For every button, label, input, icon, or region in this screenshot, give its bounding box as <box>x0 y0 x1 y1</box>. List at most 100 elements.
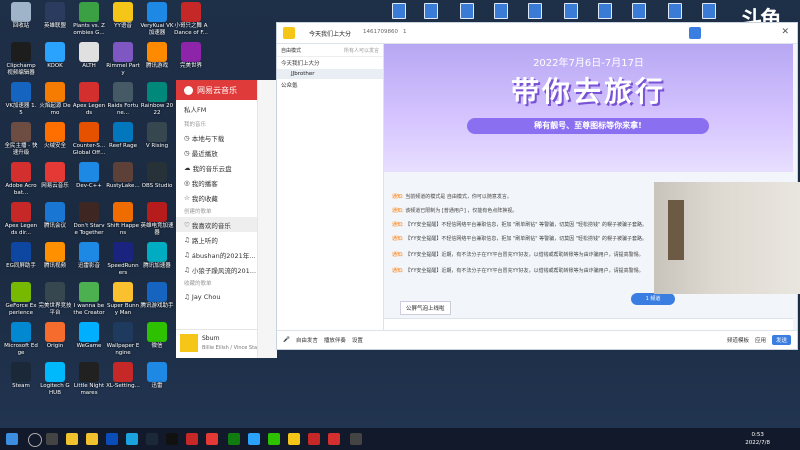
voice-mode[interactable]: 自由发言 <box>296 336 318 344</box>
folder-icon[interactable] <box>86 433 98 445</box>
desktop-icon[interactable]: EG同屏助手 <box>4 242 38 270</box>
desktop-icon[interactable]: 腾讯视频 <box>38 242 72 270</box>
desktop-icon[interactable]: Clipchamp 视频编辑器 <box>4 42 38 76</box>
promo-banner[interactable]: 2022年7月6日-7月17日 带你去旅行 稀有靓号、至尊图标等你来拿! <box>384 44 793 172</box>
desktop-icon[interactable]: Rainbow 2022 <box>140 82 174 116</box>
start-icon[interactable] <box>6 433 18 445</box>
search-icon[interactable] <box>28 433 42 447</box>
desktop-icon[interactable]: Wallpaper Engine <box>106 322 140 356</box>
desktop-icon[interactable]: V Rising <box>140 122 174 150</box>
desktop-icon[interactable]: SpeedRunners <box>106 242 140 276</box>
system-clock[interactable]: 0:53 2022/7/8 <box>745 431 770 447</box>
desktop-icon[interactable]: 全民主播 - 快速升级 <box>4 122 38 156</box>
desktop-icon[interactable]: Plants vs. Zombies G... <box>72 2 106 36</box>
desktop-icon[interactable]: OBS Studio <box>140 162 174 190</box>
record-button[interactable]: 播放伴奏 <box>324 336 346 344</box>
explorer-icon[interactable] <box>66 433 78 445</box>
file-icon[interactable] <box>392 3 406 19</box>
album-art[interactable] <box>180 334 198 352</box>
file-icon[interactable] <box>564 3 578 19</box>
channel-tree-root[interactable]: 今天我们上大分 <box>277 57 383 69</box>
obs-icon[interactable] <box>350 433 362 445</box>
desktop-icon[interactable]: 火焰起源 Demo <box>38 82 72 116</box>
file-icon[interactable] <box>528 3 542 19</box>
desktop-icon[interactable]: 腾讯会议 <box>38 202 72 230</box>
desktop-icon[interactable]: 腾讯游戏助手 <box>140 282 174 310</box>
yy-logo-icon[interactable] <box>283 27 295 39</box>
home-icon[interactable] <box>689 27 701 39</box>
desktop-icon[interactable]: Logitech G HUB <box>38 362 72 396</box>
desktop-icon[interactable]: Counter-S... Global Off... <box>72 122 106 156</box>
store-icon[interactable] <box>106 433 118 445</box>
netease-icon[interactable] <box>206 433 218 445</box>
apex-icon[interactable] <box>308 433 320 445</box>
desktop-icon[interactable]: RustyLake... <box>106 162 140 190</box>
file-icon[interactable] <box>702 3 716 19</box>
channel-chip[interactable]: 1 频道 <box>631 293 675 305</box>
desktop-icon[interactable]: Raids Fortune... <box>106 82 140 116</box>
desktop-icon[interactable]: 微信 <box>140 322 174 350</box>
notice-popup[interactable]: 公屏气泡上线啦 <box>400 301 451 315</box>
desktop-icon[interactable]: Reef Rage <box>106 122 140 150</box>
tab-free-mode[interactable]: 自由模式 <box>281 47 301 54</box>
desktop-icon[interactable]: 小哥只之舞 A Dance of F... <box>174 2 208 36</box>
yy-icon[interactable] <box>288 433 300 445</box>
desktop-icon[interactable]: 迅雷影音 <box>72 242 106 270</box>
channel-user[interactable]: JJbrother <box>277 69 383 79</box>
desktop-icon[interactable]: YY语音 <box>106 2 140 30</box>
kook-icon[interactable] <box>248 433 260 445</box>
mic-icon[interactable]: 🎤 <box>283 337 290 343</box>
desktop-icon[interactable]: KOOK <box>38 42 72 70</box>
template-button[interactable]: 频道模板 <box>727 336 749 344</box>
desktop-icon[interactable]: 腾讯加速器 <box>140 242 174 270</box>
file-icon[interactable] <box>494 3 508 19</box>
file-icon[interactable] <box>598 3 612 19</box>
file-icon[interactable] <box>460 3 474 19</box>
apps-button[interactable]: 应用 <box>755 336 766 344</box>
desktop-icon[interactable]: Super Bunny Man <box>106 282 140 316</box>
send-button[interactable]: 发送 <box>771 335 791 345</box>
desktop-icon[interactable]: 回收站 <box>4 2 38 30</box>
xbox-icon[interactable] <box>228 433 240 445</box>
desktop-icon[interactable]: WeGame <box>72 322 106 350</box>
desktop-icon[interactable]: XL-Setting... <box>106 362 140 390</box>
edge-icon[interactable] <box>126 433 138 445</box>
desktop-icon[interactable]: Steam <box>4 362 38 390</box>
channel-sub[interactable]: 公众氪 <box>277 79 383 91</box>
desktop-icon[interactable]: VeryKuai VK 加速器 <box>140 2 174 36</box>
desktop-icon[interactable]: Adobe Acrobat... <box>4 162 38 196</box>
app-icon[interactable] <box>328 433 340 445</box>
desktop-icon[interactable]: 英雄电竞加速器 <box>140 202 174 236</box>
desktop-icon[interactable]: 迅雷 <box>140 362 174 390</box>
desktop-icon[interactable]: GeForce Experience <box>4 282 38 316</box>
desktop-icon[interactable]: Shift Happens <box>106 202 140 236</box>
desktop-icon[interactable]: Origin <box>38 322 72 350</box>
file-icon[interactable] <box>632 3 646 19</box>
desktop-icon[interactable]: Apex Legends dir... <box>4 202 38 236</box>
desktop-icon[interactable]: 火绒安全 <box>38 122 72 150</box>
desktop-icon[interactable]: Little Nightmares <box>72 362 106 396</box>
desktop-icon[interactable]: Apex Legends <box>72 82 106 116</box>
steam-icon[interactable] <box>146 433 158 445</box>
desktop-icon[interactable]: 完美世界 <box>174 42 208 70</box>
app-icon[interactable] <box>186 433 198 445</box>
file-icon[interactable] <box>424 3 438 19</box>
tab-all-speak[interactable]: 所有人可以发言 <box>344 47 379 54</box>
desktop-icon[interactable]: VK加速器 1.5 <box>4 82 38 116</box>
desktop-icon[interactable]: Dev-C++ <box>72 162 106 190</box>
tiktok-icon[interactable] <box>166 433 178 445</box>
desktop-icon[interactable]: 英雄联盟 <box>38 2 72 30</box>
desktop-icon[interactable]: 网易云音乐 <box>38 162 72 190</box>
file-icon[interactable] <box>668 3 682 19</box>
desktop-icon[interactable]: 腾讯游戏 <box>140 42 174 70</box>
desktop-icon[interactable]: Don't Starve Together <box>72 202 106 236</box>
wechat-icon[interactable] <box>268 433 280 445</box>
desktop-icon[interactable]: I wanna be the Creator <box>72 282 106 316</box>
desktop-icon[interactable]: ALTH <box>72 42 106 70</box>
desktop-icon[interactable]: Microsoft Edge <box>4 322 38 356</box>
settings-button[interactable]: 设置 <box>352 336 363 344</box>
desktop-icon[interactable]: Rimmel Party <box>106 42 140 76</box>
desktop-icon[interactable]: 完美世界竞技平台 <box>38 282 72 316</box>
taskview-icon[interactable] <box>46 433 58 445</box>
close-icon[interactable]: ✕ <box>781 27 789 37</box>
